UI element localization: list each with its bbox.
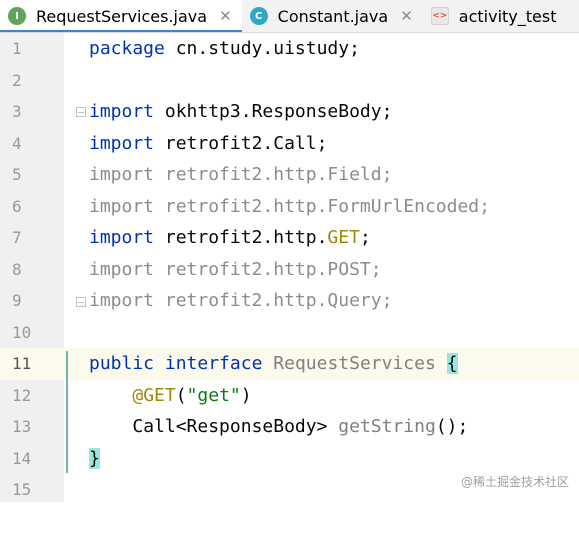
interface-name: RequestServices xyxy=(273,353,436,374)
annotation: @GET xyxy=(132,384,176,406)
close-icon[interactable]: ✕ xyxy=(219,7,232,25)
code-line-7: import retrofit2.http.GET; xyxy=(0,222,579,254)
unused-import: import retrofit2.http.FormUrlEncoded; xyxy=(89,195,490,217)
code-line-5: import retrofit2.http.Field; xyxy=(0,159,579,191)
unused-import: import retrofit2.http.Field; xyxy=(89,164,393,185)
keyword: import xyxy=(89,101,155,122)
code-line-12: @GET("get") xyxy=(0,380,579,412)
editor-tab-bar: I RequestServices.java ✕ C Constant.java… xyxy=(0,0,579,33)
paren: ( xyxy=(175,384,187,406)
keyword: interface xyxy=(164,353,263,374)
tab-request-services[interactable]: I RequestServices.java ✕ xyxy=(0,0,242,32)
tab-label: activity_test xyxy=(458,6,557,26)
return-type: Call<ResponseBody> xyxy=(132,416,328,437)
method-name: getString xyxy=(338,416,436,437)
layout-xml-icon: <> xyxy=(430,7,449,25)
code-line-1: package cn.study.uistudy; xyxy=(0,33,579,65)
unused-import: import retrofit2.http.POST; xyxy=(89,258,382,280)
annotation-name: GET xyxy=(327,227,360,248)
tab-label: RequestServices.java xyxy=(36,6,208,26)
code-line-3: import okhttp3.ResponseBody; xyxy=(0,96,579,128)
interface-icon: I xyxy=(8,7,26,25)
unused-import: import retrofit2.http.Query; xyxy=(89,290,393,311)
code-line-4: import retrofit2.Call; xyxy=(0,128,579,160)
matched-brace: } xyxy=(89,447,100,469)
import-path: okhttp3.ResponseBody; xyxy=(154,101,393,122)
tab-activity-test[interactable]: <> activity_test xyxy=(423,0,567,32)
code-line-8: import retrofit2.http.POST; xyxy=(0,254,579,286)
keyword: import xyxy=(89,132,155,154)
string-literal: "get" xyxy=(186,384,241,406)
tab-label: Constant.java xyxy=(277,6,389,26)
import-path: retrofit2.Call; xyxy=(154,132,328,154)
package-name: cn.study.uistudy; xyxy=(164,38,360,59)
code-editor[interactable]: 1 2 3 4 5 6 7 8 9 10 11 12 13 14 15 pack… xyxy=(0,33,579,502)
semicolon: ; xyxy=(359,227,371,248)
import-path: retrofit2.http. xyxy=(154,227,328,248)
code-line-14: } xyxy=(0,443,579,475)
method-parens: (); xyxy=(435,416,469,437)
keyword: import xyxy=(89,227,155,248)
paren: ) xyxy=(240,384,252,406)
keyword: public xyxy=(89,353,155,374)
code-line-6: import retrofit2.http.FormUrlEncoded; xyxy=(0,191,579,223)
code-line-11: public interface RequestServices { xyxy=(0,348,579,380)
class-icon: C xyxy=(249,7,268,25)
code-line-9: import retrofit2.http.Query; xyxy=(0,285,579,317)
watermark: @稀土掘金技术社区 xyxy=(460,475,569,489)
matched-brace: { xyxy=(446,353,458,374)
tab-constant[interactable]: C Constant.java ✕ xyxy=(242,0,423,32)
close-icon[interactable]: ✕ xyxy=(400,7,413,25)
code-line-13: Call<ResponseBody> getString(); xyxy=(0,411,579,443)
keyword: package xyxy=(89,38,165,59)
